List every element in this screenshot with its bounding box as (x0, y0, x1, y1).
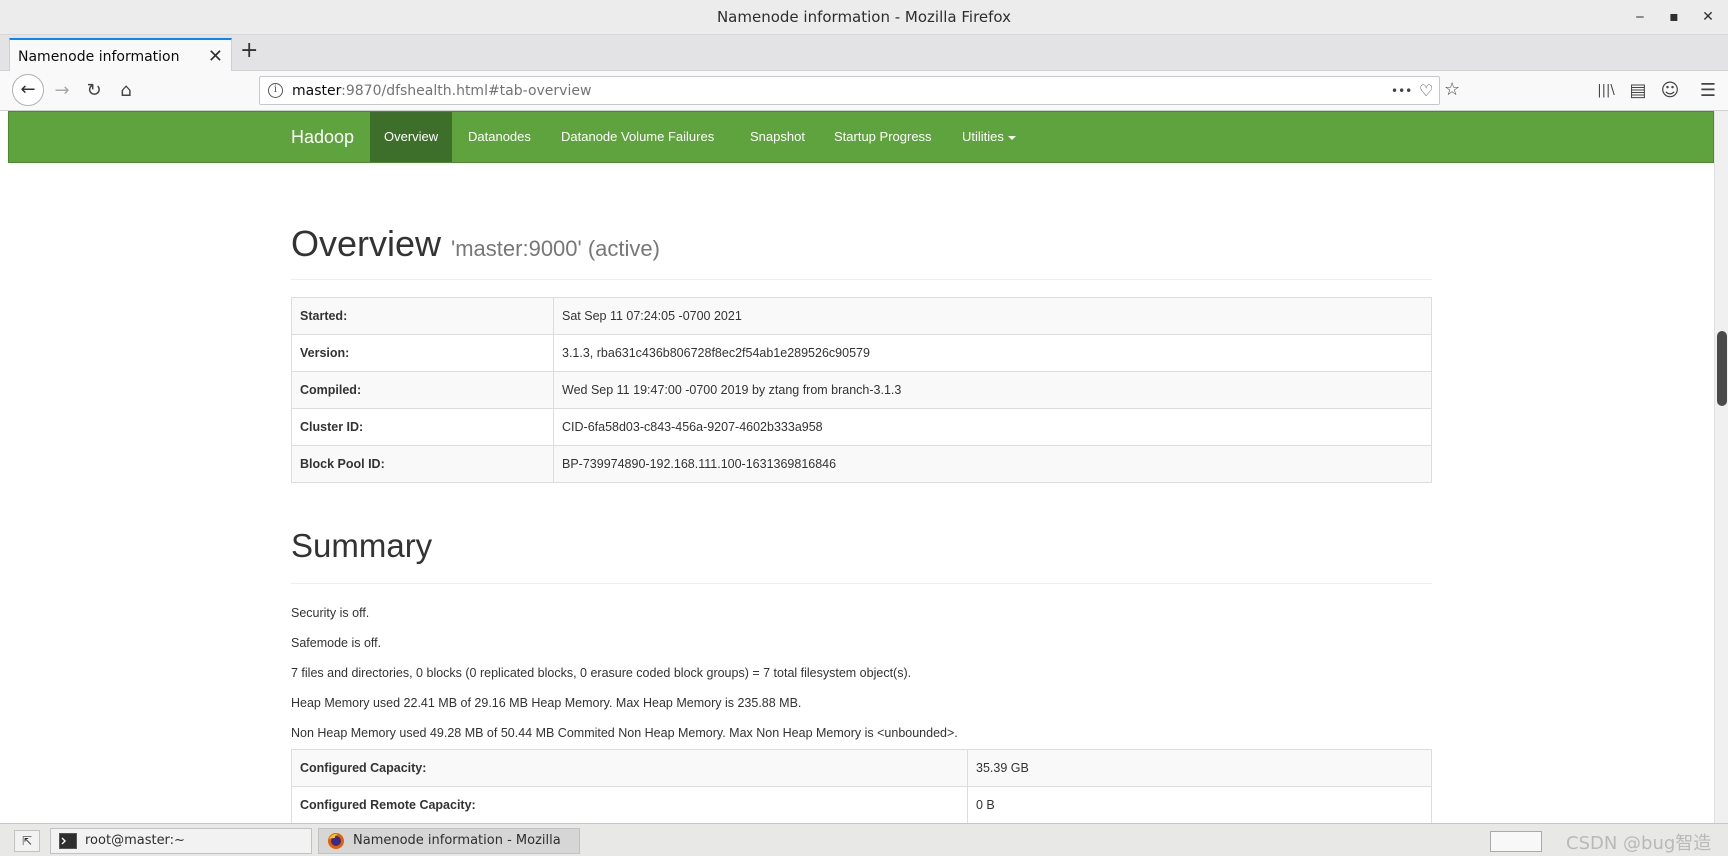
close-tab-icon[interactable]: ✕ (208, 46, 223, 67)
browser-toolbar: ← → ↻ ⌂ i master:9870/dfshealth.html#tab… (0, 71, 1728, 111)
nav-datanode-volume-failures[interactable]: Datanode Volume Failures (547, 112, 728, 162)
scrollbar-thumb[interactable] (1717, 331, 1727, 406)
table-row: Block Pool ID: BP-739974890-192.168.111.… (291, 445, 1432, 483)
row-value: 0 B (967, 786, 1432, 823)
row-value: BP-739974890-192.168.111.100-16313698168… (553, 445, 1432, 483)
site-info-icon[interactable]: i (268, 83, 283, 98)
account-icon[interactable]: ☺ (1658, 79, 1682, 103)
back-button[interactable]: ← (12, 74, 44, 106)
watermark: CSDN @bug智造 (1566, 833, 1712, 854)
tab-strip: Namenode information ✕ (0, 35, 1728, 72)
workspace-switcher[interactable] (1490, 831, 1542, 852)
filesystem-objects: 7 files and directories, 0 blocks (0 rep… (291, 666, 912, 680)
home-button[interactable]: ⌂ (114, 79, 138, 103)
window-title: Namenode information - Mozilla Firefox (716, 8, 1012, 26)
heap-memory: Heap Memory used 22.41 MB of 29.16 MB He… (291, 696, 802, 710)
sidebar-icon[interactable]: ▤ (1626, 79, 1650, 103)
hadoop-navbar: Hadoop Overview Datanodes Datanode Volum… (8, 111, 1714, 163)
overview-subtitle: 'master:9000' (active) (451, 236, 660, 261)
url-path: :9870/dfshealth.html#tab-overview (341, 83, 592, 99)
nav-utilities-label: Utilities (962, 129, 1004, 144)
overview-table: Started: Sat Sep 11 07:24:05 -0700 2021 … (291, 297, 1432, 483)
vertical-scrollbar[interactable] (1714, 111, 1728, 823)
firefox-icon (328, 833, 344, 849)
bookmark-star-icon[interactable]: ☆ (1444, 79, 1460, 100)
minimize-button[interactable]: ‒ (1628, 6, 1652, 28)
non-heap-memory: Non Heap Memory used 49.28 MB of 50.44 M… (291, 726, 958, 740)
row-key: Block Pool ID: (291, 445, 554, 483)
table-row: Compiled: Wed Sep 11 19:47:00 -0700 2019… (291, 371, 1432, 409)
taskbar: ⇱ root@master:~ Namenode information - M… (0, 823, 1728, 856)
divider (291, 279, 1432, 280)
row-key: Configured Remote Capacity: (291, 786, 968, 823)
row-value: Sat Sep 11 07:24:05 -0700 2021 (553, 297, 1432, 335)
url-host: master (292, 83, 342, 99)
overview-title: Overview (291, 223, 442, 264)
overview-heading: Overview 'master:9000' (active) (291, 223, 1432, 273)
row-key: Version: (291, 334, 554, 372)
url-bar[interactable]: i master:9870/dfshealth.html#tab-overvie… (259, 76, 1460, 105)
row-key: Compiled: (291, 371, 554, 409)
row-key: Started: (291, 297, 554, 335)
reload-button[interactable]: ↻ (82, 79, 106, 103)
summary-title: Summary (291, 527, 433, 564)
terminal-icon (59, 833, 77, 849)
safemode-status: Safemode is off. (291, 636, 382, 650)
url-text[interactable]: master:9870/dfshealth.html#tab-overview (292, 83, 591, 99)
table-row: Configured Remote Capacity: 0 B (291, 786, 1432, 823)
divider (291, 583, 1432, 584)
task-label: root@master:~ (85, 833, 185, 848)
security-status: Security is off. (291, 606, 370, 620)
nav-datanodes[interactable]: Datanodes (454, 112, 545, 162)
task-terminal[interactable]: root@master:~ (50, 828, 312, 854)
page-actions-icon[interactable]: ••• (1391, 84, 1412, 98)
task-firefox[interactable]: Namenode information - Mozilla Fir··· (318, 828, 580, 854)
forward-button[interactable]: → (50, 79, 74, 103)
browser-tab-active[interactable]: Namenode information ✕ (9, 38, 232, 72)
library-icon[interactable]: |||\ (1594, 79, 1618, 103)
row-value: Wed Sep 11 19:47:00 -0700 2019 by ztang … (553, 371, 1432, 409)
task-label: Namenode information - Mozilla Fir··· (353, 833, 561, 848)
nav-snapshot[interactable]: Snapshot (736, 112, 819, 162)
hamburger-menu-icon[interactable]: ☰ (1696, 79, 1720, 103)
nav-utilities-dropdown[interactable]: Utilities (948, 112, 1030, 162)
pocket-icon[interactable]: ♡ (1419, 81, 1433, 100)
tab-title: Namenode information (18, 49, 180, 65)
close-window-button[interactable]: ✕ (1696, 6, 1720, 28)
table-row: Version: 3.1.3, rba631c436b806728f8ec2f5… (291, 334, 1432, 372)
table-row: Configured Capacity: 35.39 GB (291, 749, 1432, 787)
caret-down-icon (1007, 135, 1016, 140)
window-titlebar: Namenode information - Mozilla Firefox ‒… (0, 0, 1728, 35)
table-row: Started: Sat Sep 11 07:24:05 -0700 2021 (291, 297, 1432, 335)
row-value: CID-6fa58d03-c843-456a-9207-4602b333a958 (553, 408, 1432, 446)
new-tab-button[interactable]: + (240, 40, 258, 62)
summary-table: Configured Capacity: 35.39 GB Configured… (291, 749, 1432, 823)
row-key: Configured Capacity: (291, 749, 968, 787)
row-value: 35.39 GB (967, 749, 1432, 787)
row-key: Cluster ID: (291, 408, 554, 446)
row-value: 3.1.3, rba631c436b806728f8ec2f54ab1e2895… (553, 334, 1432, 372)
page-viewport: Hadoop Overview Datanodes Datanode Volum… (8, 111, 1714, 823)
show-desktop-icon[interactable]: ⇱ (14, 830, 40, 852)
hadoop-brand[interactable]: Hadoop (291, 127, 354, 148)
nav-overview[interactable]: Overview (370, 112, 453, 162)
maximize-button[interactable]: ▪ (1662, 6, 1686, 28)
nav-startup-progress[interactable]: Startup Progress (820, 112, 946, 162)
table-row: Cluster ID: CID-6fa58d03-c843-456a-9207-… (291, 408, 1432, 446)
